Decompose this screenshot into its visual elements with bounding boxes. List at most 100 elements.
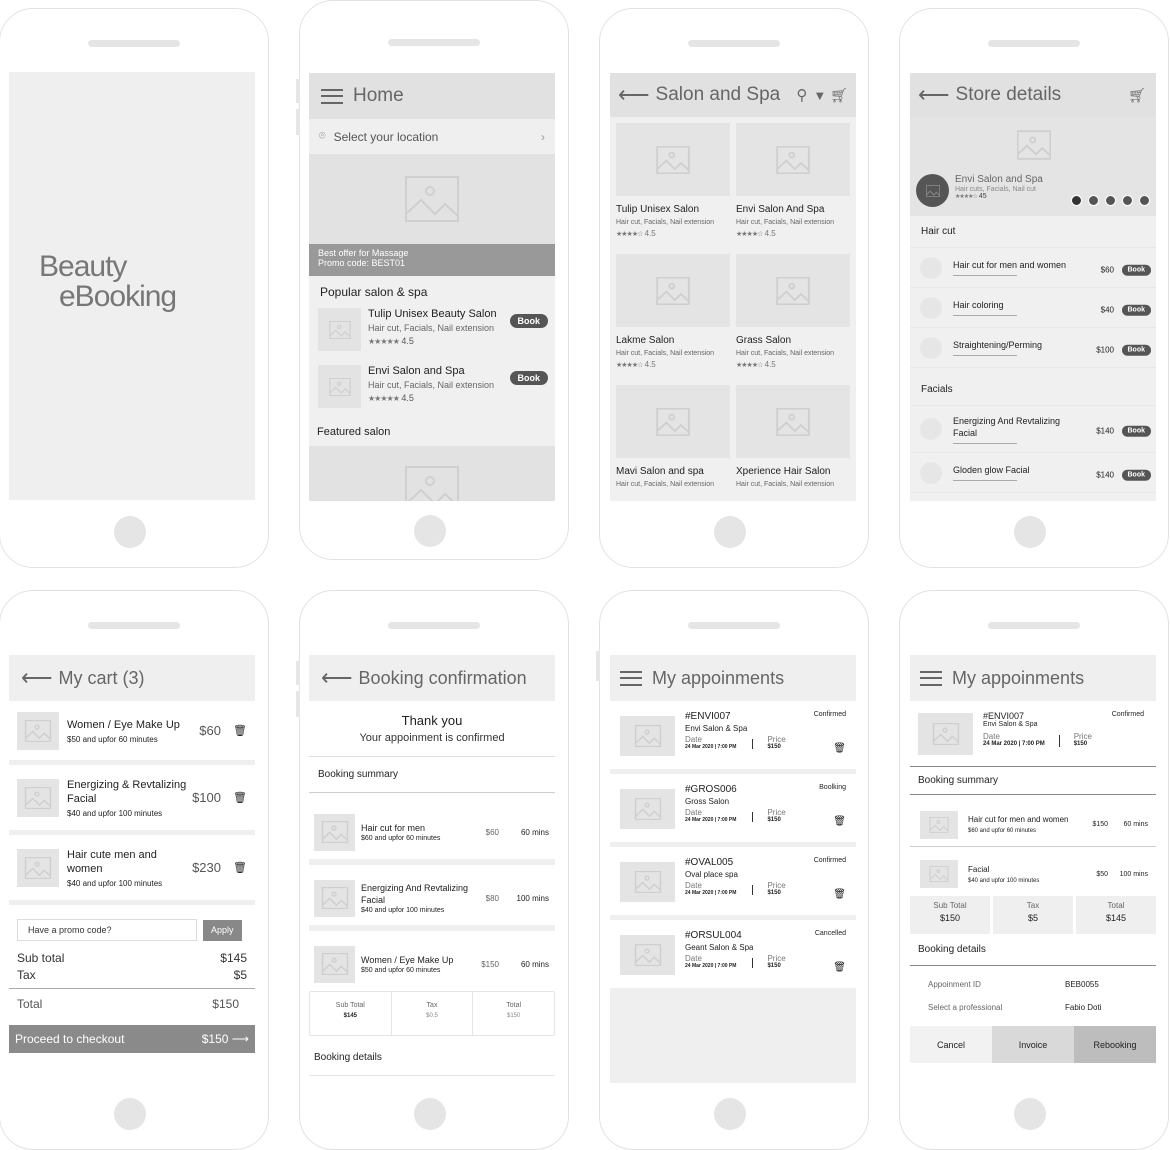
appointment-card[interactable]: #GROS006 Gross Salon Date 24 Mar 2020 | 7…: [610, 774, 856, 842]
location-selector[interactable]: ⌾ Select your location ›: [309, 119, 555, 154]
offer-banner[interactable]: [309, 154, 555, 244]
service-item[interactable]: Straightening/Perming $100 Book: [910, 328, 1156, 368]
appointment-card[interactable]: #ENVI007 Envi Salon & Spa Date 24 Mar 202…: [910, 701, 1156, 767]
book-button[interactable]: Book: [1121, 264, 1151, 276]
back-arrow-icon[interactable]: ⟵: [918, 84, 950, 106]
back-arrow-icon[interactable]: ⟵: [321, 667, 353, 689]
cart-icon[interactable]: 🛒︎: [830, 87, 848, 104]
total-label: Tax: [1026, 901, 1040, 910]
home-icon[interactable]: [1071, 195, 1082, 206]
home-button[interactable]: [414, 1098, 446, 1130]
menu-icon[interactable]: [321, 88, 343, 104]
service-item[interactable]: Gloden glow Facial $140 Book: [910, 453, 1156, 493]
phone-booking-confirmation: ⟵ Booking confirmation Thank you Your ap…: [296, 590, 569, 1150]
cart-item[interactable]: Energizing & Revtalizing Facial $40 and …: [9, 765, 255, 835]
salon-name: Lakme Salon: [616, 335, 675, 346]
message-icon[interactable]: [1105, 195, 1116, 206]
professional-value[interactable]: Fabio Doti: [1065, 1003, 1101, 1012]
book-button[interactable]: Book: [509, 371, 548, 385]
page-title: My cart (3): [58, 667, 145, 688]
back-arrow-icon[interactable]: ⟵: [618, 84, 650, 106]
rating-stars: ★★★★☆: [736, 231, 763, 238]
filter-icon[interactable]: ▼: [813, 88, 826, 103]
item-price: $60: [485, 827, 499, 837]
menu-icon[interactable]: [620, 670, 642, 686]
salon-thumbnail: [318, 365, 361, 408]
salon-services: Hair cut, Facials, Nail extension: [616, 350, 715, 357]
appointment-card[interactable]: #ORSUL004 Geant Salon & Spa Date 24 Mar 2…: [610, 920, 856, 988]
proceed-to-checkout-button[interactable]: Proceed to checkout $150 ⟶: [9, 1025, 255, 1053]
home-button[interactable]: [114, 1098, 146, 1130]
salon-services: Hair cut, Facials, Nail extension: [616, 219, 715, 226]
salon-card[interactable]: Grass Salon Hair cut, Facials, Nail exte…: [736, 254, 850, 385]
salon-card[interactable]: Envi Salon And Spa Hair cut, Facials, Na…: [736, 123, 850, 254]
total-label: Total: [1107, 901, 1125, 910]
trash-icon[interactable]: 🗑︎: [833, 962, 846, 973]
menu-icon[interactable]: [920, 670, 942, 686]
salon-card[interactable]: Tulip Unisex Salon Hair cut, Facials, Na…: [616, 123, 730, 254]
item-description: $40 and upfor 100 minutes: [968, 877, 1040, 884]
rating-value: 4.5: [644, 229, 656, 238]
book-button[interactable]: Book: [509, 314, 548, 328]
logo-line2: eBooking: [59, 280, 177, 313]
home-button[interactable]: [714, 516, 746, 548]
trash-icon[interactable]: 🗑︎: [233, 791, 247, 804]
price-label: Price: [767, 808, 786, 817]
search-icon[interactable]: ⚲: [796, 86, 807, 104]
service-item[interactable]: Hair cut for men and women $60 Book: [910, 248, 1156, 288]
service-price: $40: [1100, 304, 1114, 314]
salon-list-item[interactable]: Tulip Unisex Beauty Salon Hair cut, Faci…: [309, 308, 555, 365]
salon-card[interactable]: Mavi Salon and spa Hair cut, Facials, Na…: [616, 385, 730, 501]
book-button[interactable]: Book: [1121, 425, 1151, 437]
appointment-card[interactable]: #ENVI007 Envi Salon & Spa Date 24 Mar 202…: [610, 701, 856, 769]
book-button[interactable]: Book: [1121, 469, 1151, 481]
item-name: Facial: [968, 864, 990, 874]
item-price: $100: [192, 790, 221, 805]
total-cell: Total $150: [472, 992, 554, 1035]
cart-icon[interactable]: 🛒︎: [1128, 87, 1146, 104]
invoice-button[interactable]: Invoice: [992, 1026, 1074, 1063]
header: ⟵ Store details 🛒︎: [910, 73, 1156, 117]
promo-code-input[interactable]: Have a promo code?: [17, 919, 197, 941]
image-placeholder-icon: [24, 856, 52, 879]
date-label: Date: [983, 732, 1000, 741]
salon-card[interactable]: Xperience Hair Salon Hair cut, Facials, …: [736, 385, 850, 501]
splash-screen: Beauty eBooking: [9, 72, 255, 500]
service-item[interactable]: Energizing And Revtalizing Facial $140 B…: [910, 406, 1156, 453]
trash-icon[interactable]: 🗑︎: [233, 724, 247, 737]
cart-item[interactable]: Women / Eye Make Up $50 and upfor 60 min…: [9, 701, 255, 765]
appointment-id: #ENVI007: [983, 711, 1025, 721]
home-button[interactable]: [1014, 1098, 1046, 1130]
cart-item[interactable]: Hair cute men and women $40 and upfor 10…: [9, 835, 255, 905]
home-button[interactable]: [414, 515, 446, 547]
trash-icon[interactable]: 🗑︎: [833, 889, 846, 900]
share-icon[interactable]: [1139, 195, 1150, 206]
featured-salon-image[interactable]: [309, 446, 555, 501]
book-button[interactable]: Book: [1121, 304, 1151, 316]
trash-icon[interactable]: 🗑︎: [233, 861, 247, 874]
service-item[interactable]: Hair coloring $40 Book: [910, 288, 1156, 328]
appointment-card[interactable]: #OVAL005 Oval place spa Date 24 Mar 2020 …: [610, 847, 856, 915]
section-heading: Booking details: [309, 1036, 555, 1076]
trash-icon[interactable]: 🗑︎: [833, 743, 846, 754]
service-category-heading: Facials: [910, 374, 1156, 406]
salon-name: Envi Salon & Spa: [685, 724, 748, 733]
speaker: [88, 622, 180, 629]
salon-image: [616, 123, 730, 196]
salon-list-item[interactable]: Envi Salon and Spa Hair cut, Facials, Na…: [309, 365, 555, 422]
favorite-icon[interactable]: [1088, 195, 1099, 206]
rating-stars: ★★★★☆: [736, 362, 763, 369]
cancel-button[interactable]: Cancel: [910, 1026, 992, 1063]
info-icon[interactable]: [1122, 195, 1133, 206]
home-button[interactable]: [114, 516, 146, 548]
item-price: $80: [485, 893, 499, 903]
apply-button[interactable]: Apply: [203, 919, 242, 941]
book-button[interactable]: Book: [1121, 344, 1151, 356]
back-arrow-icon[interactable]: ⟵: [21, 667, 53, 689]
trash-icon[interactable]: 🗑︎: [833, 816, 846, 827]
home-button[interactable]: [714, 1098, 746, 1130]
rebooking-button[interactable]: Rebooking: [1074, 1026, 1156, 1063]
home-button[interactable]: [1014, 516, 1046, 548]
salon-card[interactable]: Lakme Salon Hair cut, Facials, Nail exte…: [616, 254, 730, 385]
price-label: Price: [1073, 732, 1092, 741]
